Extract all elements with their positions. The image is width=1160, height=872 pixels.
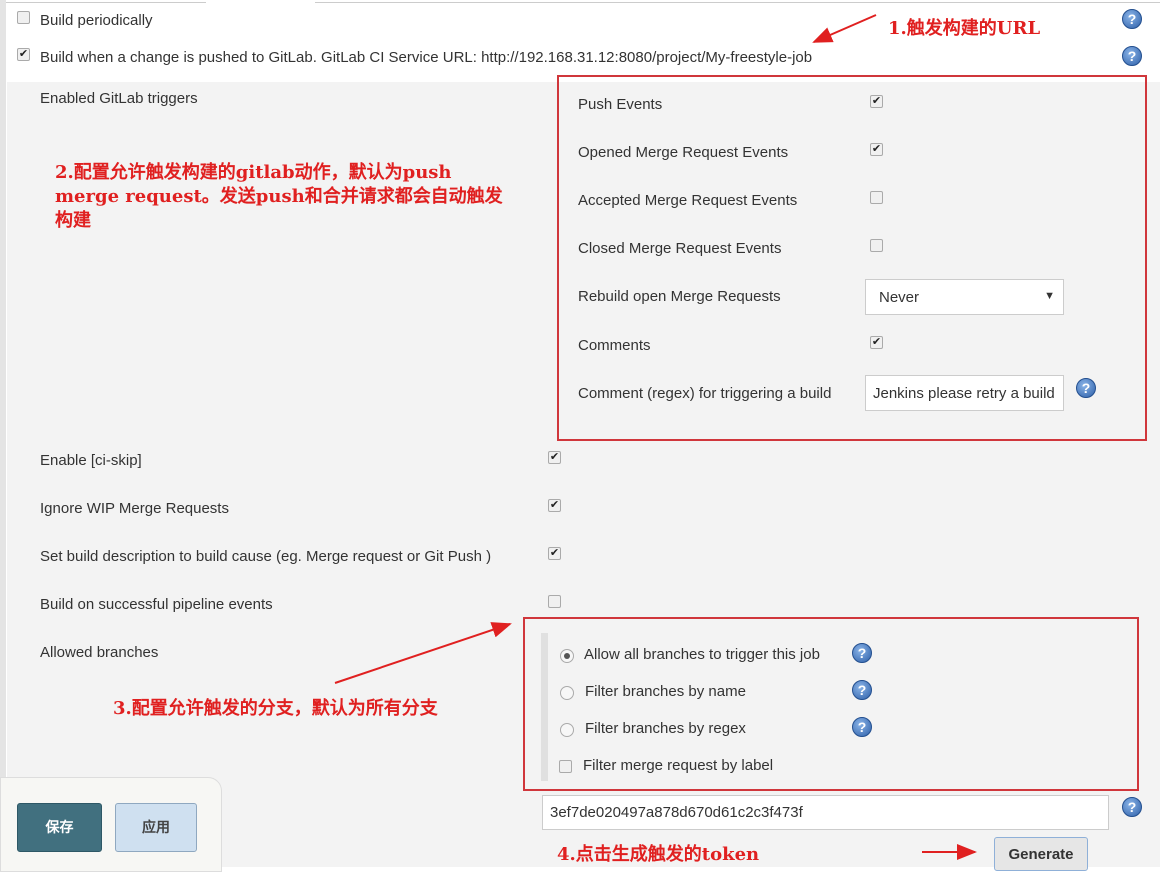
annotation-arrows	[334, 14, 977, 860]
arrow-3	[334, 622, 512, 684]
arrow-1	[812, 14, 877, 43]
